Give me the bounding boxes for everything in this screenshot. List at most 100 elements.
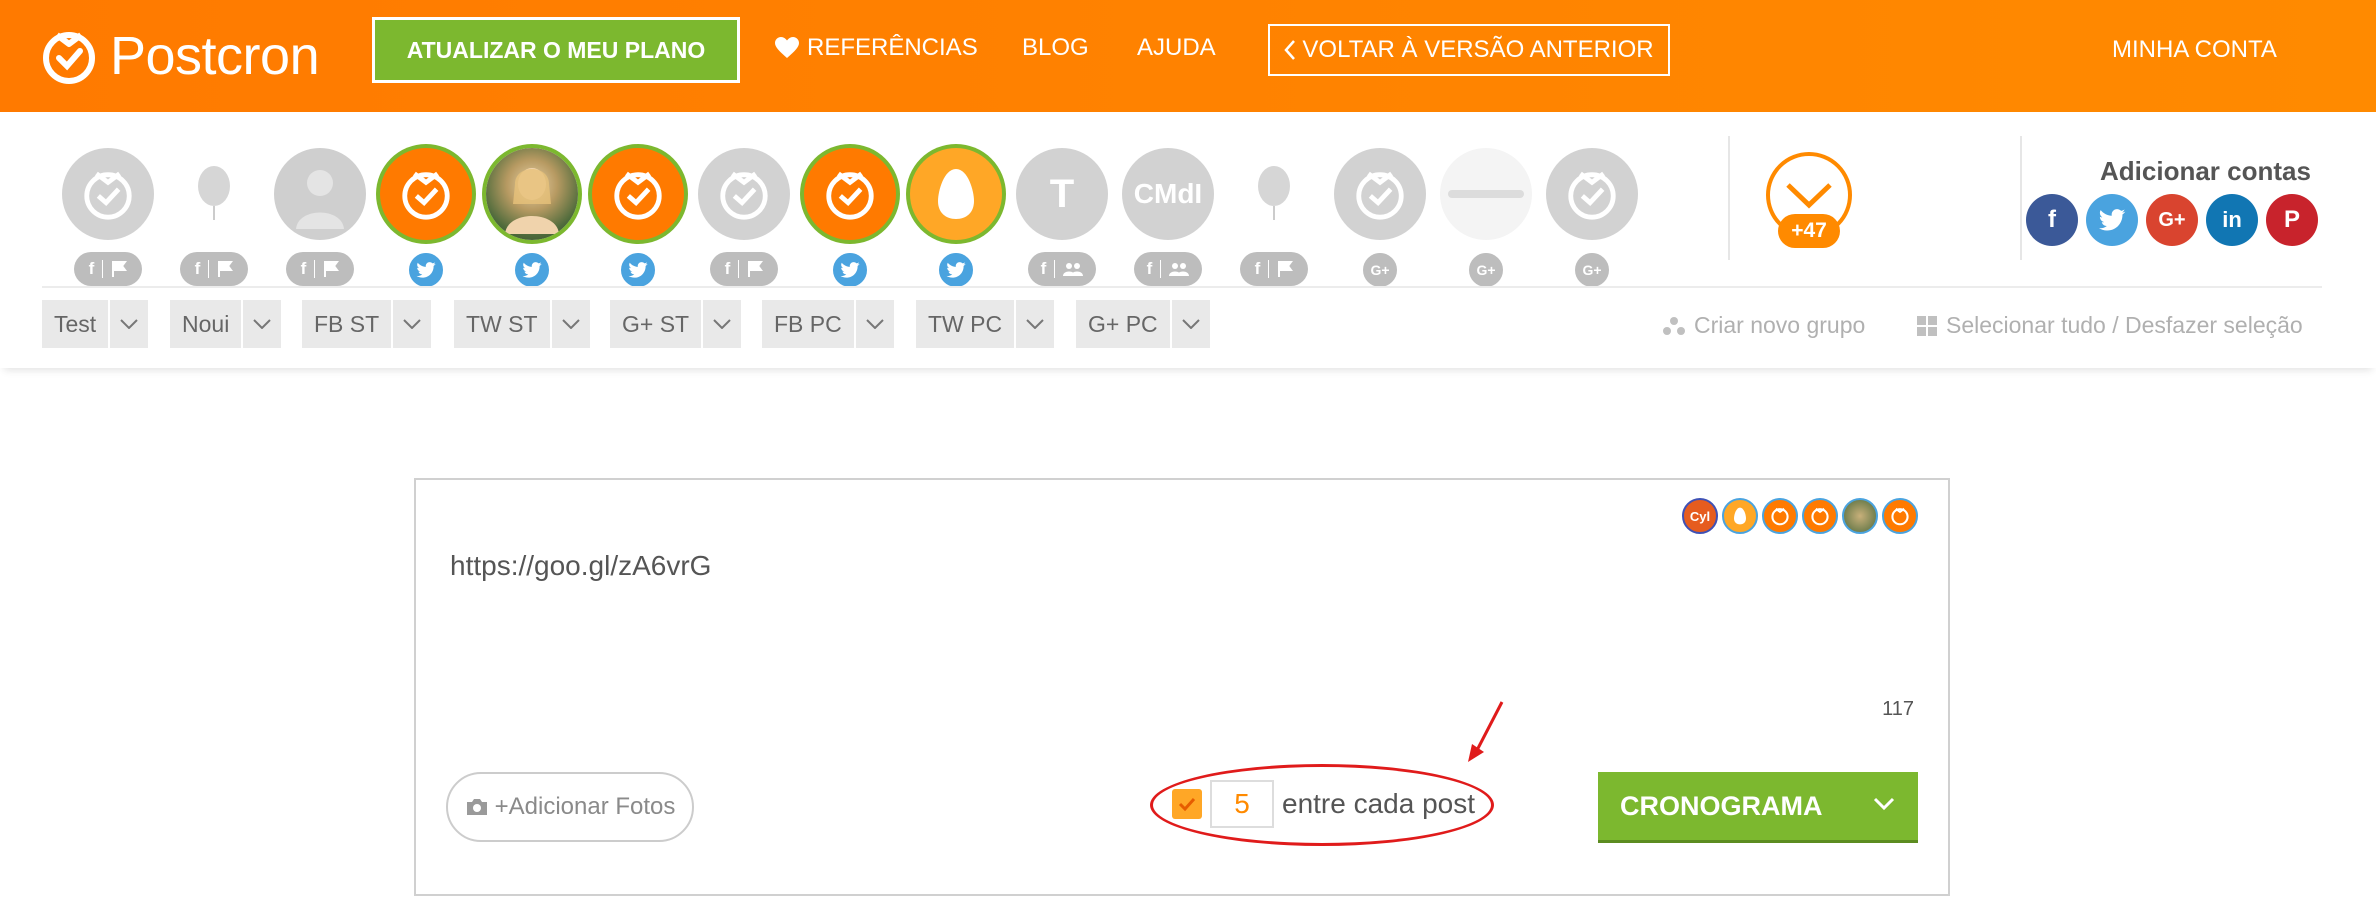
upgrade-plan-button[interactable]: ATUALIZAR O MEU PLANO	[372, 17, 740, 83]
postcron-logo[interactable]: Postcron	[40, 18, 320, 94]
camera-icon	[466, 799, 487, 815]
selected-account-avatar[interactable]: Cyl	[1682, 498, 1718, 534]
account-avatar[interactable]: CMdI f	[1122, 148, 1214, 286]
create-group-link[interactable]: Criar novo grupo	[1662, 312, 1865, 339]
balloon-icon	[1258, 166, 1290, 220]
egg-icon	[1734, 507, 1746, 525]
group-filter[interactable]: G+ PC	[1076, 300, 1210, 348]
google-plus-icon: G+	[1582, 262, 1602, 278]
selected-account-avatar[interactable]	[1842, 498, 1878, 534]
postcron-logo-icon	[402, 171, 450, 220]
postcron-avatar	[62, 148, 154, 240]
google-plus-icon: G+	[1370, 262, 1390, 278]
balloon-avatar	[1228, 148, 1320, 240]
account-avatar[interactable]: G+	[1334, 148, 1426, 290]
nav-blog[interactable]: BLOG	[1022, 34, 1089, 62]
chevron-down-icon[interactable]	[108, 300, 148, 348]
selected-account-avatar[interactable]	[1802, 498, 1838, 534]
postcron-logo-icon	[614, 171, 662, 220]
postcron-logo-icon	[826, 171, 874, 220]
group-label: FB ST	[314, 310, 380, 337]
group-filter[interactable]: Test	[42, 300, 149, 348]
letter-avatar: T	[1016, 148, 1108, 240]
google-plus-icon: G+	[1476, 262, 1496, 278]
google-plus-icon: G+	[2158, 208, 2186, 231]
twitter-badge	[512, 250, 552, 290]
group-filter[interactable]: FB PC	[762, 300, 894, 348]
chevron-down-icon	[1786, 183, 1832, 209]
pinterest-icon: P	[2283, 206, 2300, 233]
account-avatar[interactable]: G+	[1546, 148, 1638, 290]
account-avatar[interactable]	[380, 148, 472, 290]
postcron-wordmark-icon	[1448, 190, 1524, 198]
add-twitter-button[interactable]	[2086, 194, 2138, 246]
chevron-down-icon[interactable]	[241, 300, 281, 348]
group-filter[interactable]: TW PC	[916, 300, 1055, 348]
twitter-badge	[406, 250, 446, 290]
back-to-previous-version-button[interactable]: VOLTAR À VERSÃO ANTERIOR	[1268, 24, 1670, 76]
egg-avatar	[910, 148, 1002, 240]
facebook-group-badge: f	[1028, 252, 1096, 286]
selected-accounts: Cyl	[1682, 498, 1918, 534]
add-photos-button[interactable]: +Adicionar Fotos	[446, 772, 694, 842]
flag-icon	[1278, 261, 1294, 277]
add-linkedin-button[interactable]: in	[2206, 194, 2258, 246]
account-avatar[interactable]: f	[168, 148, 260, 286]
chevron-down-icon[interactable]	[701, 300, 741, 348]
account-avatar[interactable]: G+	[1440, 148, 1532, 290]
postcron-logo-icon	[43, 32, 95, 84]
divider	[2020, 136, 2022, 260]
add-facebook-button[interactable]: f	[2026, 194, 2078, 246]
group-label: TW PC	[928, 310, 1003, 337]
add-pinterest-button[interactable]: P	[2266, 194, 2318, 246]
account-avatar[interactable]	[910, 148, 1002, 290]
account-avatar[interactable]: f	[274, 148, 366, 286]
my-account-link[interactable]: MINHA CONTA	[2112, 36, 2277, 64]
add-accounts-title: Adicionar contas	[2100, 156, 2311, 186]
chevron-down-icon[interactable]	[1872, 792, 1896, 816]
photo-avatar	[486, 148, 578, 240]
nav-references[interactable]: REFERÊNCIAS	[775, 34, 978, 62]
group-filter[interactable]: TW ST	[454, 300, 590, 348]
egg-icon	[938, 169, 974, 219]
flag-icon	[112, 261, 128, 277]
linkedin-icon: in	[2222, 207, 2242, 232]
selected-account-avatar[interactable]	[1722, 498, 1758, 534]
schedule-button[interactable]: CRONOGRAMA	[1598, 772, 1918, 840]
facebook-page-badge: f	[710, 252, 778, 286]
more-accounts-count[interactable]: +47	[1778, 214, 1840, 248]
group-filter[interactable]: G+ ST	[610, 300, 742, 348]
group-label: G+ ST	[622, 310, 690, 337]
twitter-icon	[946, 262, 966, 278]
postcron-avatar	[1334, 148, 1426, 240]
postcron-avatar	[804, 148, 896, 240]
add-photos-label: +Adicionar Fotos	[494, 793, 676, 820]
account-avatar[interactable]: f	[698, 148, 790, 286]
twitter-icon	[840, 262, 860, 278]
account-avatar[interactable]: f	[62, 148, 154, 286]
account-avatar[interactable]	[486, 148, 578, 290]
chevron-down-icon[interactable]	[391, 300, 431, 348]
account-avatar[interactable]: T f	[1016, 148, 1108, 286]
select-all-label: Selecionar tudo / Desfazer seleção	[1946, 312, 2303, 338]
select-all-link[interactable]: Selecionar tudo / Desfazer seleção	[1916, 312, 2303, 339]
group-label: G+ PC	[1088, 310, 1158, 337]
chevron-down-icon[interactable]	[1014, 300, 1054, 348]
account-avatar[interactable]	[592, 148, 684, 290]
chevron-down-icon[interactable]	[549, 300, 590, 348]
selected-account-avatar[interactable]	[1882, 498, 1918, 534]
add-google-plus-button[interactable]: G+	[2146, 194, 2198, 246]
group-filter[interactable]: FB ST	[302, 300, 432, 348]
post-text-input[interactable]: https://goo.gl/zA6vrG	[450, 550, 711, 582]
nav-help[interactable]: AJUDA	[1137, 34, 1216, 62]
group-filter[interactable]: Noui	[170, 300, 282, 348]
account-avatar[interactable]: f	[1228, 148, 1320, 286]
highlight-ellipse	[1150, 764, 1494, 846]
mini-avatar-text: Cyl	[1689, 508, 1711, 524]
chevron-down-icon[interactable]	[1169, 300, 1210, 348]
balloon-avatar	[168, 148, 260, 240]
chevron-down-icon[interactable]	[853, 300, 894, 348]
account-avatar[interactable]	[804, 148, 896, 290]
postcron-avatar	[380, 148, 472, 240]
selected-account-avatar[interactable]	[1762, 498, 1798, 534]
